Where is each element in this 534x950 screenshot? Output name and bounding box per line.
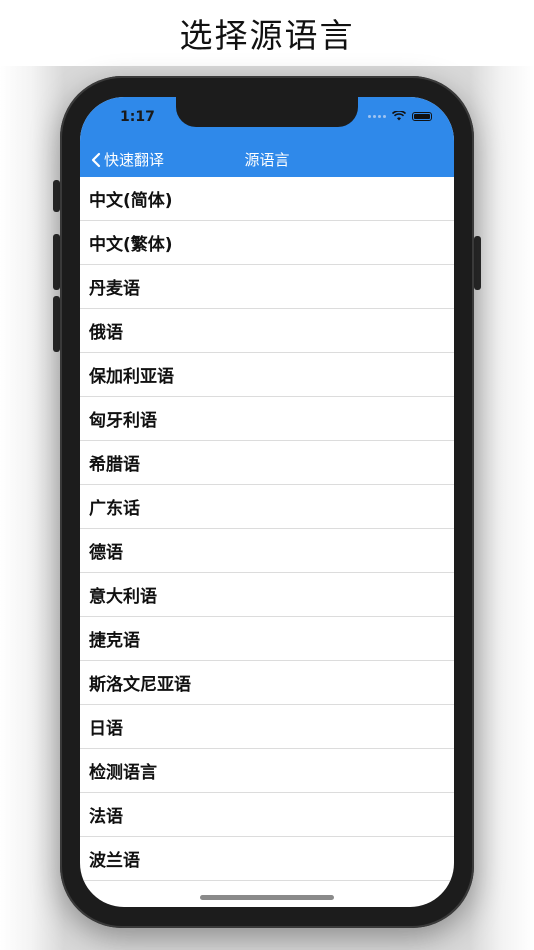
list-item[interactable]: 检测语言 — [80, 749, 454, 793]
nav-title: 源语言 — [244, 151, 290, 169]
wifi-icon — [392, 111, 406, 121]
language-list: 中文(简体) 中文(繁体) 丹麦语 俄语 保加利亚语 匈牙利语 希腊语 广东话 … — [80, 177, 454, 881]
list-item[interactable]: 中文(简体) — [80, 177, 454, 221]
list-item[interactable]: 俄语 — [80, 309, 454, 353]
list-item[interactable]: 希腊语 — [80, 441, 454, 485]
list-item[interactable]: 丹麦语 — [80, 265, 454, 309]
phone-frame: 1:17 快速翻译 源语言 中文(简体) 中文(繁体) 丹麦语 俄语 保加利亚语… — [60, 76, 474, 928]
list-item[interactable]: 捷克语 — [80, 617, 454, 661]
list-item[interactable]: 广东话 — [80, 485, 454, 529]
back-button-label: 快速翻译 — [104, 151, 165, 169]
back-button[interactable]: 快速翻译 — [90, 149, 164, 170]
volume-down-button — [53, 296, 60, 352]
home-indicator[interactable] — [200, 895, 334, 900]
list-item[interactable]: 斯洛文尼亚语 — [80, 661, 454, 705]
list-item[interactable]: 匈牙利语 — [80, 397, 454, 441]
phone-screen: 1:17 快速翻译 源语言 中文(简体) 中文(繁体) 丹麦语 俄语 保加利亚语… — [80, 97, 454, 907]
chevron-left-icon — [91, 152, 101, 167]
power-button — [474, 236, 481, 290]
signal-icon — [368, 114, 386, 118]
list-item[interactable]: 日语 — [80, 705, 454, 749]
list-item[interactable]: 德语 — [80, 529, 454, 573]
list-item[interactable]: 法语 — [80, 793, 454, 837]
list-item[interactable]: 意大利语 — [80, 573, 454, 617]
silent-switch — [53, 180, 60, 212]
notch — [176, 97, 358, 127]
page-caption: 选择源语言 — [179, 16, 355, 55]
list-item[interactable]: 保加利亚语 — [80, 353, 454, 397]
status-time: 1:17 — [120, 109, 155, 125]
navigation-bar: 1:17 快速翻译 源语言 — [80, 97, 454, 177]
battery-icon — [412, 111, 432, 121]
status-icons — [368, 111, 432, 121]
list-item[interactable]: 中文(繁体) — [80, 221, 454, 265]
volume-up-button — [53, 234, 60, 290]
list-item[interactable]: 波兰语 — [80, 837, 454, 881]
